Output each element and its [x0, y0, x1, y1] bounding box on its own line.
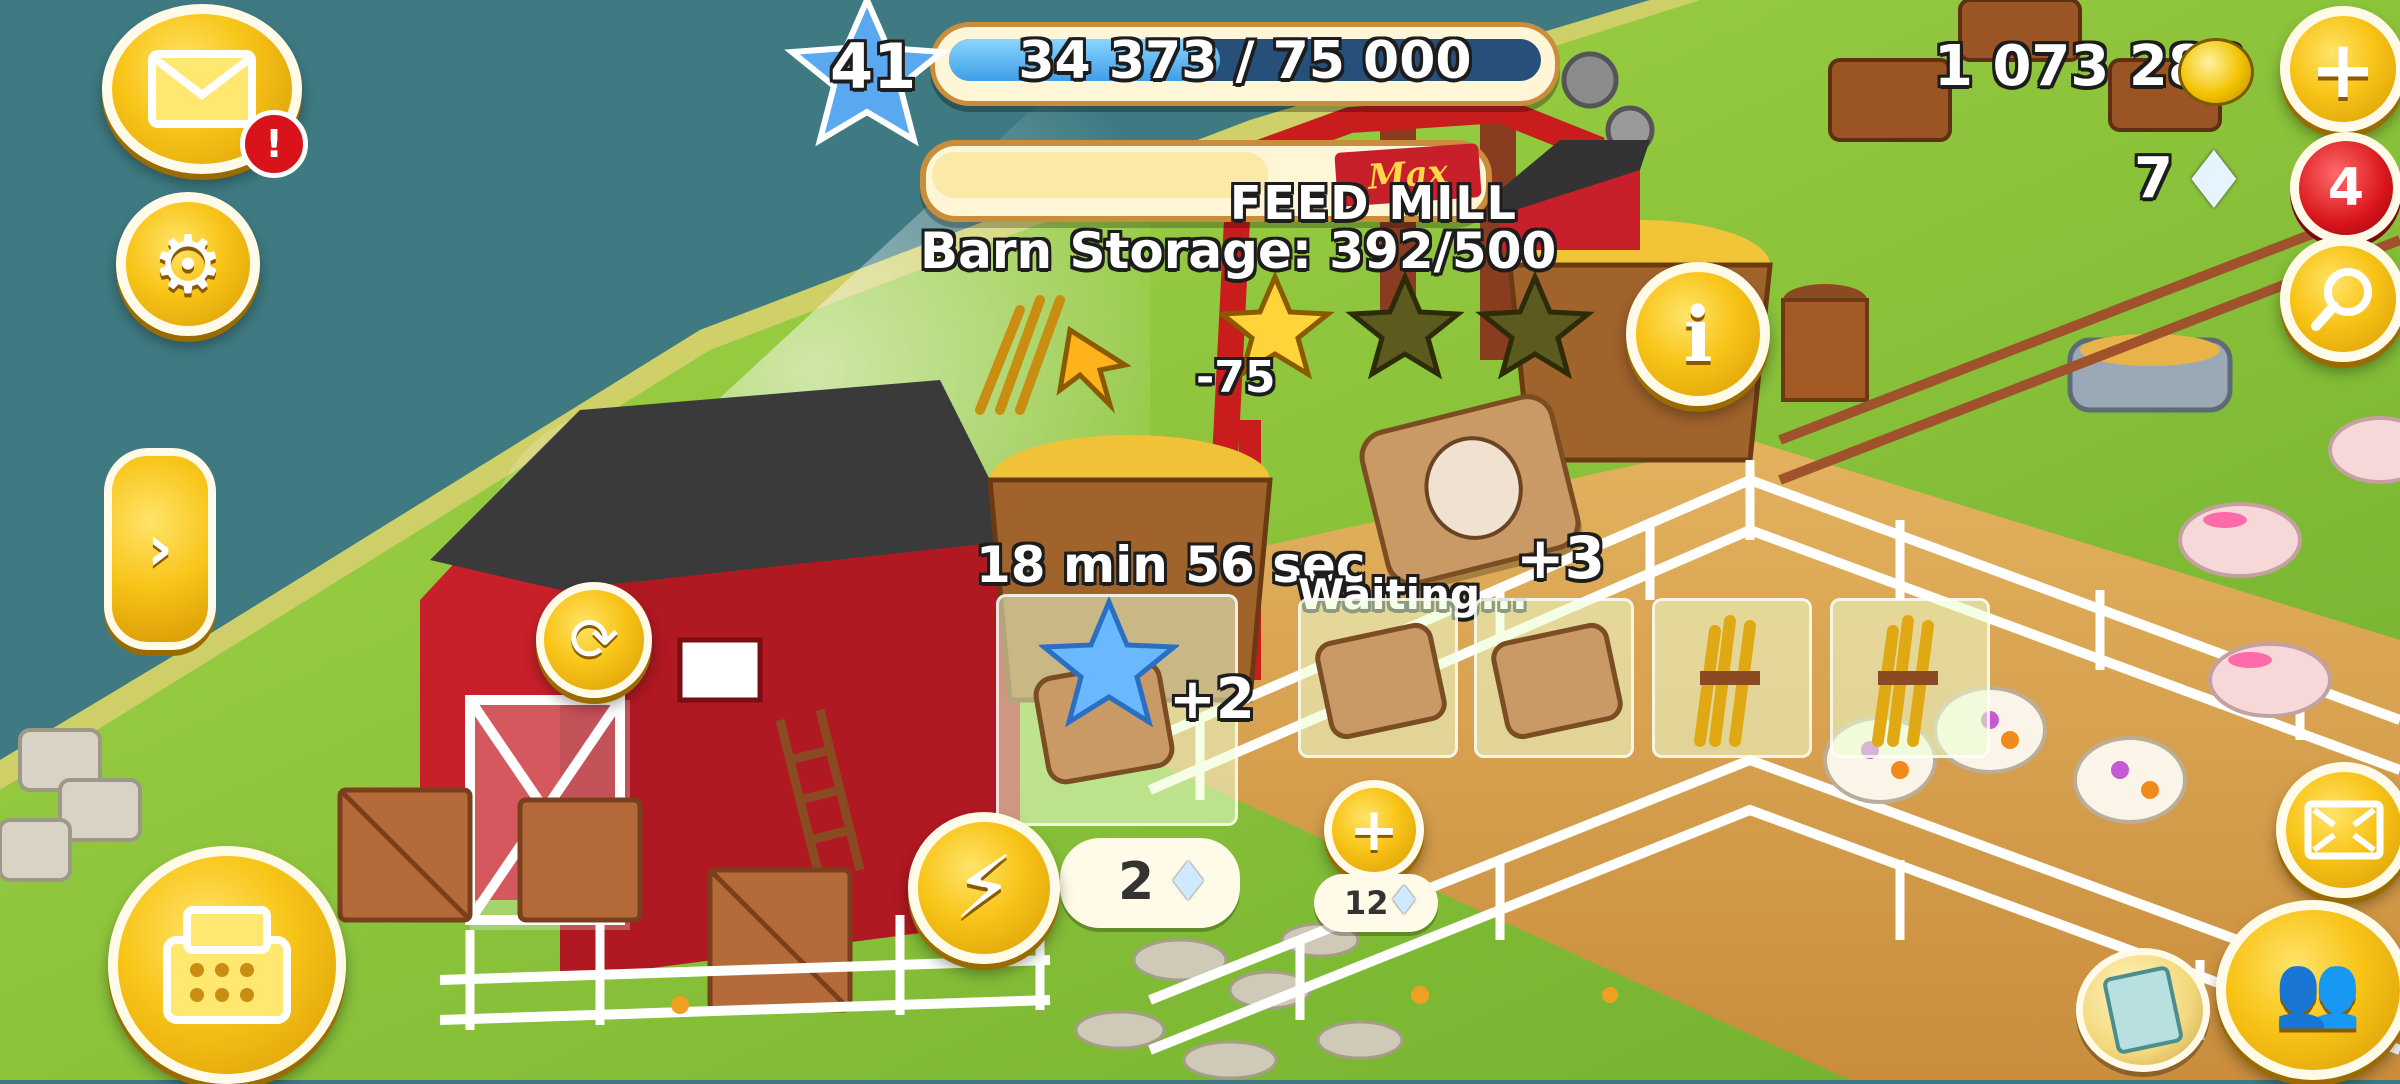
search-button[interactable]	[2280, 236, 2400, 362]
add-currency-button[interactable]: +	[2280, 6, 2400, 132]
collection-cards-button[interactable]	[2076, 948, 2210, 1072]
cash-register-icon	[163, 906, 291, 1024]
arrow-right-icon: ›	[146, 512, 174, 586]
friends-icon: 👥	[2274, 948, 2361, 1031]
mail-icon	[148, 50, 256, 128]
add-slot-cost: 12	[1344, 884, 1389, 922]
magnifier-icon	[2311, 268, 2372, 331]
lightning-icon: ⚡	[953, 838, 1015, 938]
news-badge-button[interactable]: 4	[2290, 132, 2400, 244]
star-icon	[1475, 272, 1595, 380]
expand-view-button[interactable]	[2276, 762, 2400, 898]
expand-icon	[2304, 800, 2384, 860]
settings-button[interactable]: ⚙	[116, 192, 260, 336]
diamond-icon: ♦	[1164, 850, 1213, 913]
wheat-input	[975, 295, 1132, 415]
xp-bar: 34 373 / 75 000	[930, 22, 1560, 106]
info-icon: i	[1683, 289, 1713, 379]
friends-button[interactable]: 👥	[2216, 900, 2400, 1080]
add-slot-button[interactable]: +	[1324, 780, 1424, 880]
wheat-icon	[1872, 615, 1938, 747]
star-icon	[1039, 597, 1179, 727]
speedup-cost: 2	[1118, 852, 1155, 912]
queue-slot-2[interactable]	[1474, 598, 1634, 758]
news-badge-count: 4	[2327, 158, 2365, 218]
star-icon	[1345, 272, 1465, 380]
queue-slot-1[interactable]	[1298, 598, 1458, 758]
queue-slot-3[interactable]	[1652, 598, 1812, 758]
diamond-count: 7	[2134, 146, 2173, 211]
diamond-icon: ♦	[2178, 134, 2250, 227]
expand-side-menu-button[interactable]: ›	[104, 448, 216, 650]
diamond-icon: ♦	[1386, 878, 1422, 924]
queue-count: +3	[1516, 524, 1605, 592]
plus-icon: +	[2309, 22, 2377, 116]
mail-alert-mark: !	[265, 122, 283, 166]
consumed-amount: -75	[1196, 352, 1276, 403]
storage-bar-fill	[932, 152, 1268, 198]
refresh-icon: ⟳	[568, 605, 620, 675]
pig-feed-icon	[1487, 619, 1627, 743]
level-number: 41	[830, 30, 917, 103]
building-stars	[1220, 272, 1595, 380]
speedup-cost-pill[interactable]: 2 ♦	[1060, 838, 1240, 928]
add-slot-cost-pill: 12 ♦	[1314, 874, 1438, 932]
coin-icon	[2178, 38, 2254, 106]
roadside-shop-button[interactable]	[108, 846, 346, 1084]
wheat-icon	[1694, 615, 1760, 747]
queue-slot-4[interactable]	[1830, 598, 1990, 758]
mail-alert-badge: !	[240, 110, 308, 178]
plus-icon: +	[1348, 795, 1400, 865]
current-production-slot[interactable]: +2	[996, 594, 1255, 826]
refresh-button[interactable]: ⟳	[536, 582, 652, 698]
gear-icon: ⚙	[152, 217, 224, 311]
info-button[interactable]: i	[1626, 262, 1770, 406]
xp-text: 34 373 / 75 000	[1018, 31, 1472, 91]
pig-feed-icon	[1311, 619, 1451, 743]
cards-icon	[2101, 964, 2185, 1056]
current-count: +2	[1169, 667, 1255, 732]
speedup-button[interactable]: ⚡	[908, 812, 1060, 964]
